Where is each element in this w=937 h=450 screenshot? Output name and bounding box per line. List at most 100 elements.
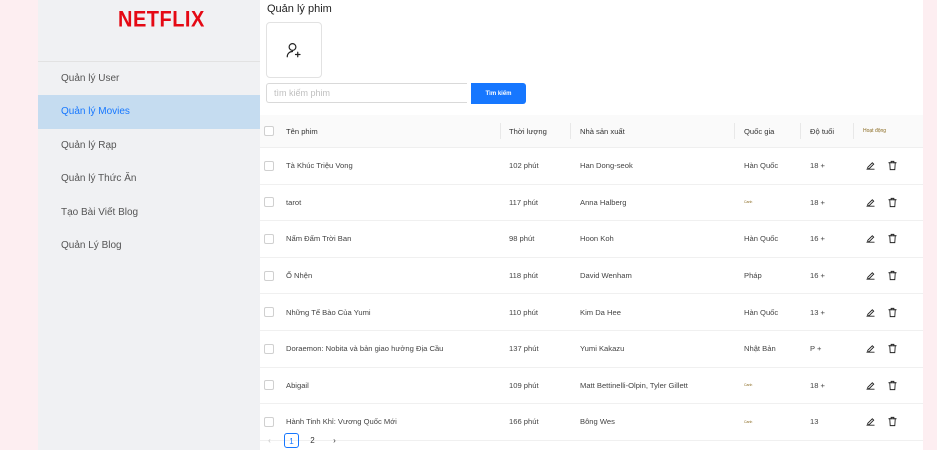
row-checkbox-cell [264,331,274,367]
table-row: tarot 117 phút Anna Halberg Canh 18 + [260,185,923,222]
sidebar-item-food[interactable]: Quản lý Thức Ăn [38,162,260,195]
prev-page-button[interactable]: ‹ [262,433,277,448]
movie-name: Abigail [286,380,309,390]
movie-duration: 118 phút [509,271,538,281]
delete-icon[interactable] [885,415,899,429]
sidebar-item-cinemas[interactable]: Quản lý Rạp [38,129,260,162]
page-margin [923,0,937,450]
row-actions [863,331,907,367]
row-checkbox-cell [264,368,274,404]
table-row: Doraemon: Nobita và bản giao hưởng Địa C… [260,331,923,368]
add-movie-button[interactable] [266,22,322,78]
row-actions [863,368,907,404]
select-all-checkbox[interactable] [264,126,274,136]
sidebar-nav: Quản lý User Quản lý Movies Quản lý Rạp … [38,62,260,262]
main-content: Quản lý phim Tìm kiếm Tên phim Thời lượn… [260,0,923,450]
row-checkbox-cell [264,185,274,221]
movie-age: 16 + [810,234,825,244]
pagination: ‹ 1 2 › [260,431,923,450]
edit-icon[interactable] [863,378,877,392]
sidebar: NETFLIX Quản lý User Quản lý Movies Quản… [38,0,261,450]
row-checkbox-cell [264,258,274,294]
edit-icon[interactable] [863,269,877,283]
row-checkbox[interactable] [264,380,274,391]
movie-country: Hàn Quốc [744,161,779,171]
table-row: Tà Khúc Triệu Vong 102 phút Han Dong-seo… [260,148,923,185]
movie-country: Canh [744,383,753,388]
table-header: Tên phim Thời lượng Nhà sản xuất Quốc gi… [260,115,923,148]
row-actions [863,294,907,330]
movie-age: 18 + [810,197,825,207]
movie-name: Ổ Nhện [286,271,313,281]
edit-icon[interactable] [863,159,877,173]
header-age[interactable]: Độ tuổi [810,115,834,147]
table-row: Những Tế Bào Của Yumi 110 phút Kim Da He… [260,294,923,331]
delete-icon[interactable] [885,195,899,209]
netflix-logo[interactable]: NETFLIX [118,8,205,33]
logo-area: NETFLIX [38,0,260,62]
movie-duration: 110 phút [509,307,538,317]
row-checkbox[interactable] [264,307,274,318]
movie-country: Hàn Quốc [744,234,779,244]
movie-country: Nhật Bản [744,344,776,354]
movie-duration: 102 phút [509,161,539,171]
page-1-button[interactable]: 1 [284,433,299,448]
movie-age: P + [810,344,822,354]
movie-age: 18 + [810,380,825,390]
edit-icon[interactable] [863,195,877,209]
row-checkbox[interactable] [264,233,274,244]
movie-name: Doraemon: Nobita và bản giao hưởng Địa C… [286,344,444,354]
page-2-button[interactable]: 2 [305,433,320,448]
header-producer[interactable]: Nhà sản xuất [580,115,625,147]
movie-producer: Yumi Kakazu [580,344,625,354]
edit-icon[interactable] [863,342,877,356]
next-page-button[interactable]: › [327,433,342,448]
movie-producer: Matt Bettinelli-Olpin, Tyler Gillett [580,380,688,390]
delete-icon[interactable] [885,305,899,319]
movie-country: Canh [744,200,753,205]
row-checkbox[interactable] [264,270,274,281]
row-checkbox[interactable] [264,160,274,171]
edit-icon[interactable] [863,305,877,319]
header-divider [734,123,735,139]
delete-icon[interactable] [885,159,899,173]
header-name[interactable]: Tên phim [286,115,318,147]
header-actions: Hoạt động [863,128,887,134]
movies-table: Tên phim Thời lượng Nhà sản xuất Quốc gi… [260,115,923,441]
user-add-icon [286,43,301,58]
search-input[interactable] [266,83,467,103]
header-divider [570,123,571,139]
row-actions [863,148,907,184]
row-actions [863,185,907,221]
movie-name: Những Tế Bào Của Yumi [286,307,371,317]
movie-country: Hàn Quốc [744,307,779,317]
row-checkbox[interactable] [264,197,274,208]
delete-icon[interactable] [885,378,899,392]
movie-duration: 109 phút [509,380,539,390]
delete-icon[interactable] [885,342,899,356]
edit-icon[interactable] [863,415,877,429]
delete-icon[interactable] [885,269,899,283]
sidebar-item-manage-blog[interactable]: Quản Lý Blog [38,229,260,262]
row-actions [863,221,907,257]
select-all-checkbox-cell [264,115,274,147]
edit-icon[interactable] [863,232,877,246]
movie-producer: Kim Da Hee [580,307,621,317]
movie-name: tarot [286,197,302,207]
row-checkbox[interactable] [264,343,274,354]
movie-producer: Han Dong-seok [580,161,633,171]
sidebar-item-create-blog[interactable]: Tạo Bài Viết Blog [38,196,260,229]
header-country[interactable]: Quốc gia [744,115,774,147]
row-checkbox[interactable] [264,416,274,427]
delete-icon[interactable] [885,232,899,246]
sidebar-item-users[interactable]: Quản lý User [38,62,260,95]
movie-producer: David Wenham [580,271,632,281]
header-duration[interactable]: Thời lượng [509,115,547,147]
search-button[interactable]: Tìm kiếm [471,83,526,104]
movie-duration: 137 phút [509,344,539,354]
sidebar-item-movies[interactable]: Quản lý Movies [38,95,260,129]
header-divider [853,123,854,139]
header-divider [500,123,501,139]
movie-country: Pháp [744,271,762,281]
movie-name: Tà Khúc Triệu Vong [286,161,353,171]
